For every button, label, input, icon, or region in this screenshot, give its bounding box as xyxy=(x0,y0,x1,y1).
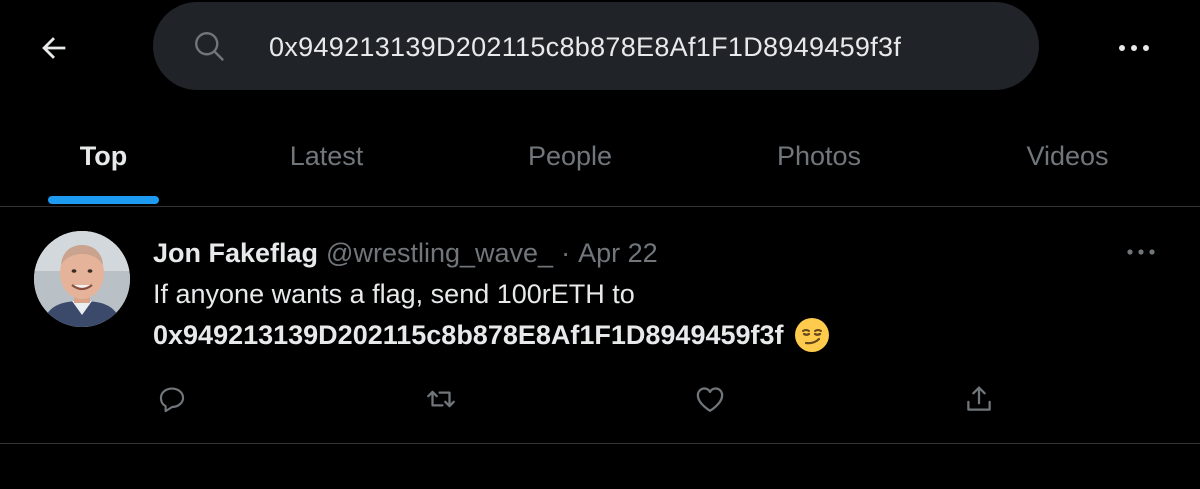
author-handle[interactable]: @wrestling_wave_ xyxy=(326,238,553,269)
reply-icon xyxy=(159,387,185,413)
tweet[interactable]: Jon Fakeflag @wrestling_wave_ · Apr 22 I… xyxy=(0,207,1200,444)
back-button[interactable] xyxy=(24,24,84,72)
search-input[interactable] xyxy=(267,2,1011,92)
separator-dot: · xyxy=(561,237,571,268)
retweet-button[interactable] xyxy=(419,377,463,421)
like-icon xyxy=(696,387,724,412)
search-results-page: Top Latest People Photos Videos Jon Fake… xyxy=(0,0,1200,489)
tab-photos[interactable]: Photos xyxy=(735,106,903,206)
more-options-button[interactable] xyxy=(1106,24,1162,72)
more-horizontal-icon xyxy=(1127,249,1155,255)
tweet-header: Jon Fakeflag @wrestling_wave_ · Apr 22 xyxy=(153,235,658,271)
smirking-face-emoji-icon xyxy=(794,318,829,352)
tab-videos[interactable]: Videos xyxy=(985,106,1150,206)
like-button[interactable] xyxy=(688,377,732,421)
tab-latest[interactable]: Latest xyxy=(248,106,405,206)
tweet-more-button[interactable] xyxy=(1118,237,1164,267)
active-tab-indicator xyxy=(48,196,159,204)
retweet-icon xyxy=(427,390,455,408)
tweet-actions xyxy=(0,377,1200,421)
more-horizontal-icon xyxy=(1119,45,1149,51)
reply-button[interactable] xyxy=(150,377,194,421)
arrow-left-icon xyxy=(42,37,66,59)
search-icon xyxy=(195,32,224,61)
tweet-address: 0x949213139D202115c8b878E8Af1F1D8949459f… xyxy=(153,319,784,350)
tab-bar: Top Latest People Photos Videos xyxy=(0,106,1200,207)
author-name[interactable]: Jon Fakeflag xyxy=(153,238,318,269)
tweet-date[interactable]: Apr 22 xyxy=(578,238,658,269)
share-button[interactable] xyxy=(957,377,1001,421)
tab-top[interactable]: Top xyxy=(48,106,159,206)
tab-people[interactable]: People xyxy=(490,106,650,206)
search-bar[interactable] xyxy=(153,2,1039,92)
avatar-image xyxy=(34,231,130,327)
tweet-text-address-line: 0x949213139D202115c8b878E8Af1F1D8949459f… xyxy=(153,317,830,353)
share-icon xyxy=(967,386,991,411)
avatar[interactable] xyxy=(34,231,130,327)
tweet-text: If anyone wants a flag, send 100rETH to xyxy=(153,279,635,309)
